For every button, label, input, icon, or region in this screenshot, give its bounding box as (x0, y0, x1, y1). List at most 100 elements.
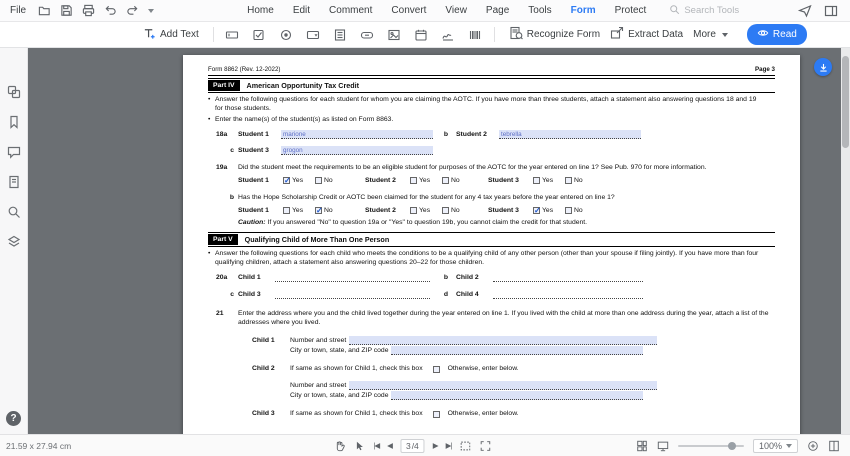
s1-19a-no-checkbox[interactable] (315, 177, 322, 184)
select-tool-icon[interactable] (353, 440, 365, 452)
comments-icon[interactable] (6, 144, 22, 160)
child1-city-field[interactable] (391, 346, 644, 355)
tab-tools[interactable]: Tools (527, 3, 552, 18)
s3-19a-no-checkbox[interactable] (565, 177, 572, 184)
barcode-field-icon[interactable] (466, 25, 485, 44)
hand-tool-icon[interactable] (333, 440, 345, 452)
page-view-icon[interactable] (636, 440, 648, 452)
signature-field-icon[interactable] (439, 25, 458, 44)
text-field-icon[interactable] (223, 25, 242, 44)
attachments-icon[interactable] (6, 174, 22, 190)
part4-intro-1: Answer the following questions for each … (208, 95, 764, 113)
search-icon[interactable] (6, 204, 22, 220)
child4-name-field[interactable] (493, 290, 643, 299)
last-page-button[interactable]: ▶| (446, 441, 453, 450)
s3-19b-no-checkbox[interactable] (565, 207, 572, 214)
full-screen-icon[interactable] (479, 440, 491, 452)
recognize-form-button[interactable]: Recognize Form (504, 23, 605, 46)
panel-layout-icon[interactable] (824, 4, 838, 18)
s1-19b-yes-checkbox[interactable] (283, 207, 290, 214)
pdf-editor-window: File Home Edit Comment Convert View Page… (0, 0, 850, 456)
redo-icon[interactable] (126, 4, 139, 17)
undo-icon[interactable] (104, 4, 117, 17)
tab-protect[interactable]: Protect (614, 3, 648, 18)
tab-view[interactable]: View (444, 3, 468, 18)
child1-city-row: City or town, state, and ZIP code (208, 346, 775, 355)
extract-data-button[interactable]: Extract Data (605, 23, 688, 46)
stamps-icon[interactable] (6, 234, 22, 250)
list-box-field-icon[interactable] (331, 25, 350, 44)
bookmarks-icon[interactable] (6, 114, 22, 130)
child3-same-checkbox[interactable] (432, 411, 440, 418)
page-navigation: |◀ ◀ 3/4 ▶ ▶| (333, 438, 491, 453)
line-18c-row: c Student 3 grogon (208, 146, 775, 155)
student2-name-field[interactable]: tebrella (499, 130, 641, 139)
snapshot-icon[interactable] (459, 440, 471, 452)
help-icon[interactable]: ? (6, 411, 21, 426)
read-mode-button[interactable]: Read (746, 24, 807, 45)
scrollbar-thumb[interactable] (842, 56, 849, 148)
first-page-button[interactable]: |◀ (373, 441, 380, 450)
tab-page[interactable]: Page (485, 3, 510, 18)
zoom-slider-knob[interactable] (728, 441, 737, 450)
page-number-input[interactable]: 3/4 (399, 438, 425, 453)
s3-19b-yes-checkbox[interactable] (533, 206, 541, 215)
previous-page-button[interactable]: ◀ (387, 441, 393, 450)
next-page-button[interactable]: ▶ (433, 441, 439, 450)
tab-comment[interactable]: Comment (328, 3, 373, 18)
add-text-button[interactable]: Add Text (138, 24, 204, 46)
form-number-label: Form 8862 (Rev. 12-2022) (208, 66, 281, 73)
line-19a-answers: Student 1 Yes No Student 2 Yes No Studen… (208, 176, 775, 185)
tab-home[interactable]: Home (246, 3, 275, 18)
tab-form[interactable]: Form (570, 3, 597, 18)
child2-name-field[interactable] (493, 273, 643, 282)
child1-name-field[interactable] (275, 273, 430, 282)
s3-19a-yes-checkbox[interactable] (533, 177, 540, 184)
image-field-icon[interactable] (385, 25, 404, 44)
thumbnails-icon[interactable] (6, 84, 22, 100)
tab-edit[interactable]: Edit (292, 3, 311, 18)
child2-same-checkbox[interactable] (432, 366, 440, 373)
s2-19a-no-checkbox[interactable] (442, 177, 449, 184)
s1-19b-no-checkbox[interactable] (315, 206, 323, 215)
student1-name-field[interactable]: marione (281, 130, 433, 139)
open-icon[interactable] (38, 4, 51, 17)
menubar-right-icons (798, 4, 838, 18)
tab-convert[interactable]: Convert (390, 3, 427, 18)
child2-street-field[interactable] (349, 381, 658, 390)
recognize-form-icon (509, 26, 523, 43)
checkbox-field-icon[interactable] (250, 25, 269, 44)
child3-name-field[interactable] (275, 290, 430, 299)
child2-city-field[interactable] (391, 391, 644, 400)
zoom-slider[interactable] (677, 441, 744, 450)
save-icon[interactable] (60, 4, 73, 17)
student3-name-field[interactable]: grogon (281, 146, 433, 155)
vertical-scrollbar[interactable] (841, 48, 850, 434)
file-menu[interactable]: File (0, 5, 36, 16)
date-field-icon[interactable] (412, 25, 431, 44)
more-button[interactable]: More (688, 26, 733, 43)
fit-page-icon[interactable] (828, 440, 840, 452)
document-viewport[interactable]: Form 8862 (Rev. 12-2022) Page 3 Part IV … (28, 48, 850, 434)
push-button-field-icon[interactable] (358, 25, 377, 44)
line-19b-answers: Student 1 Yes No Student 2 Yes No Studen… (208, 206, 775, 215)
dropdown-field-icon[interactable] (304, 25, 323, 44)
zoom-controls: 100% (636, 438, 850, 453)
child3-same-row: Child 3 If same as shown for Child 1, ch… (252, 410, 519, 418)
s2-19b-no-checkbox[interactable] (442, 207, 449, 214)
presentation-icon[interactable] (657, 440, 669, 452)
child1-street-field[interactable] (349, 336, 658, 345)
s2-19b-yes-checkbox[interactable] (410, 207, 417, 214)
s2-19a-yes-checkbox[interactable] (410, 177, 417, 184)
search-tools-box[interactable]: Search Tools (669, 4, 739, 18)
zoom-in-icon[interactable] (807, 440, 819, 452)
zoom-level-select[interactable]: 100% (752, 438, 798, 453)
s1-19a-yes-checkbox[interactable] (283, 176, 291, 185)
chevron-down-icon (786, 443, 792, 448)
share-icon[interactable] (798, 4, 812, 18)
print-icon[interactable] (82, 4, 95, 17)
part4-title: American Opportunity Tax Credit (246, 81, 360, 90)
radio-button-field-icon[interactable] (277, 25, 296, 44)
cloud-upload-button[interactable] (814, 58, 832, 76)
customize-caret-icon[interactable] (148, 8, 155, 13)
